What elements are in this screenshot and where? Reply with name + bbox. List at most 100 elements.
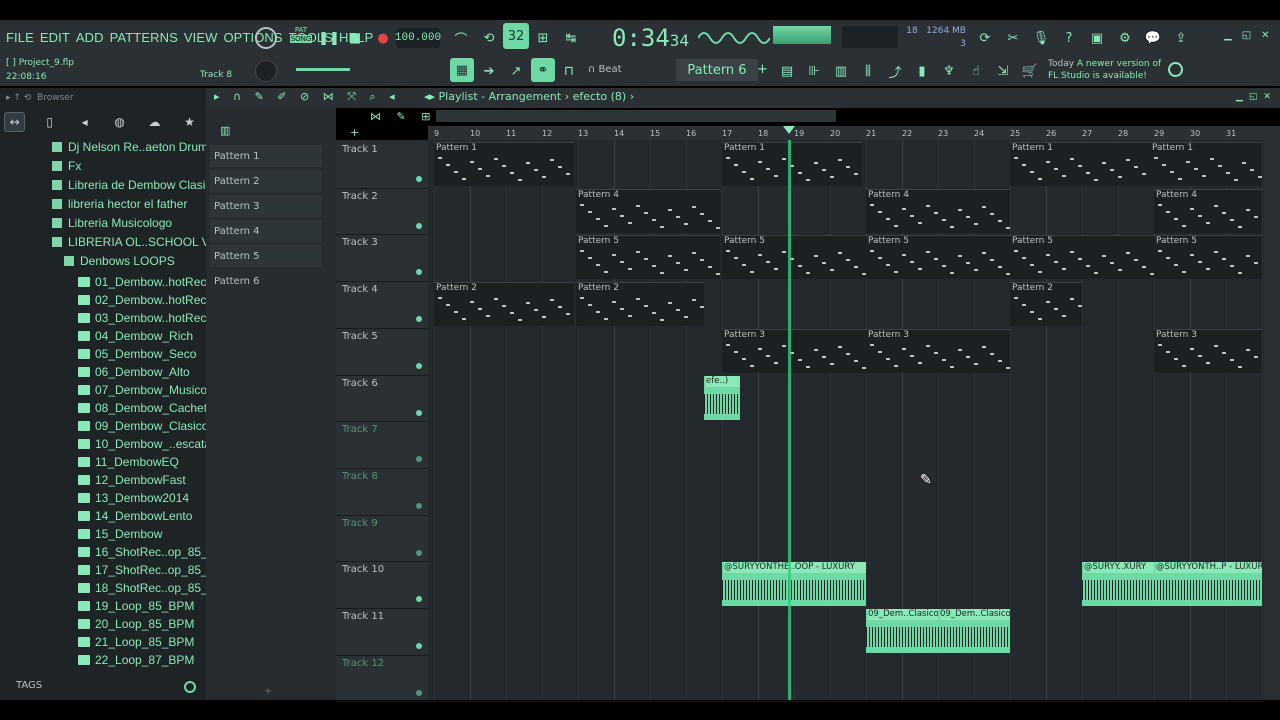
track-mute-led[interactable] <box>416 409 422 416</box>
pattern-clip[interactable]: Pattern 2 <box>1010 282 1082 327</box>
pattern-clip[interactable]: Pattern 2 <box>434 282 574 327</box>
track-mute-led[interactable] <box>416 596 422 603</box>
export-icon[interactable]: ⇪ <box>1170 27 1192 49</box>
browser-file[interactable]: 09_Dembow_Clasico <box>78 417 208 435</box>
browser-file[interactable]: 20_Loop_85_BPM <box>78 615 194 633</box>
track-mute-led[interactable] <box>416 643 422 649</box>
pattern-clip[interactable]: Pattern 3 <box>722 328 866 373</box>
track-header[interactable]: Track 4 <box>338 282 428 328</box>
track-mute-led[interactable] <box>416 269 422 276</box>
mixer-icon[interactable]: ⫼ <box>857 60 879 82</box>
master-pitch-slider[interactable] <box>296 68 350 71</box>
browser-file[interactable]: 22_Loop_87_BPM <box>78 651 194 669</box>
track-mute-led[interactable] <box>416 549 422 556</box>
touch-keyboard-icon[interactable]: ☝ <box>965 60 987 82</box>
blend-notes-icon[interactable]: ⊞ <box>532 27 554 49</box>
loop-record-icon[interactable]: ⟲ <box>478 27 500 49</box>
browser-plugins-tab-icon[interactable]: ◍ <box>109 112 130 132</box>
browser-file[interactable]: 05_Dembow_Seco <box>78 345 196 363</box>
pitch-knob[interactable] <box>255 60 277 82</box>
pattern-clip[interactable]: Pattern 5 <box>722 235 866 280</box>
chat-icon[interactable]: 💬 <box>1142 27 1164 49</box>
search-icon[interactable] <box>184 681 196 693</box>
pattern-item[interactable]: Pattern 4 <box>210 220 322 242</box>
master-volume-knob[interactable] <box>255 27 277 49</box>
picker-pattern-icon[interactable]: ▥ <box>220 124 230 137</box>
chain-icon[interactable]: ⚭ <box>531 58 555 82</box>
pattern-clip[interactable]: Pattern 4 <box>576 188 720 233</box>
browser-file[interactable]: 19_Loop_85_BPM <box>78 597 194 615</box>
track-mute-led[interactable] <box>416 502 422 509</box>
plugin-icon[interactable]: ⚙ <box>1114 27 1136 49</box>
pattern-clip[interactable]: Pattern 5 <box>866 235 1010 280</box>
browser-file[interactable]: 21_Loop_85_BPM <box>78 633 194 651</box>
multilink-icon[interactable]: ↹ <box>560 27 582 49</box>
audio-clip[interactable]: @SURYYONTHE..OOP - LUXURY <box>722 562 866 607</box>
browser-file[interactable]: 13_Dembow2014 <box>78 489 189 507</box>
browser-file[interactable]: 04_Dembow_Rich <box>78 327 193 345</box>
track-mute-led[interactable] <box>416 362 422 369</box>
browser-folder[interactable]: Denbows LOOPS <box>64 252 175 270</box>
track-header[interactable]: Track 6 <box>338 376 428 422</box>
track-header[interactable]: Track 5 <box>338 329 428 375</box>
pattern-clip[interactable]: Pattern 4 <box>866 188 1010 233</box>
audio-clip[interactable]: efe..) <box>704 375 740 420</box>
tempo-display[interactable]: 100.000 <box>395 28 441 48</box>
browser-folder[interactable]: Libreria de Dembow Clasico <box>52 176 218 194</box>
playlist-icon[interactable]: ▦ <box>450 58 474 82</box>
add-pattern-icon[interactable]: + <box>757 62 768 77</box>
pat-song-toggle[interactable]: PAT SONG <box>289 26 313 44</box>
browser-star-tab-icon[interactable]: ★ <box>179 112 200 132</box>
browser-speaker-tab-icon[interactable]: ◂ <box>74 112 95 132</box>
arrow-icon[interactable]: ➔ <box>478 60 500 82</box>
pattern-item[interactable]: Pattern 3 <box>210 195 322 217</box>
browser-files-tab-icon[interactable]: ▯ <box>39 112 60 132</box>
browser-folder[interactable]: Fx <box>52 157 81 175</box>
pattern-item[interactable]: Pattern 2 <box>210 170 322 192</box>
pattern-item[interactable]: Pattern 1 <box>210 145 322 167</box>
pattern-clip[interactable]: Pattern 5 <box>1010 235 1154 280</box>
menu-file[interactable]: FILE <box>6 30 34 45</box>
picker-add-icon[interactable]: + <box>264 686 272 697</box>
pattern-clip[interactable]: Pattern 1 <box>434 142 574 186</box>
pattern-clip[interactable]: Pattern 2 <box>576 282 704 327</box>
browser-folder[interactable]: Libreria Musicologo <box>52 214 172 232</box>
piano-roll-icon[interactable]: ▥ <box>830 60 852 82</box>
playlist-window-icon[interactable]: ▤ <box>776 60 798 82</box>
channel-rack-icon[interactable]: ⊪ <box>803 60 825 82</box>
mic-icon[interactable]: 🎙 <box>1030 27 1052 49</box>
pattern-selector[interactable]: Pattern 6 <box>676 59 758 81</box>
overview-scrollbar[interactable] <box>436 110 836 122</box>
globe-icon[interactable] <box>1168 62 1183 77</box>
timeline-ruler[interactable] <box>428 126 1264 140</box>
pattern-clip[interactable]: Pattern 5 <box>1154 235 1262 280</box>
plugin-picker-icon[interactable]: ♆ <box>938 60 960 82</box>
browser-file[interactable]: 12_DembowFast <box>78 471 186 489</box>
browser-file[interactable]: 11_DembowEQ <box>78 453 179 471</box>
track-mute-led[interactable] <box>416 456 422 463</box>
browser-window-icon[interactable]: ⤴ <box>884 60 906 82</box>
close-icon[interactable]: ✕ <box>1261 30 1269 41</box>
pattern-item[interactable]: Pattern 5 <box>210 245 322 267</box>
browser-file[interactable]: 06_Dembow_Alto <box>78 363 190 381</box>
cut-icon[interactable]: ✂ <box>1002 27 1024 49</box>
menu-view[interactable]: VIEW <box>184 30 218 45</box>
play-button[interactable]: ❚❚ <box>318 27 340 49</box>
stamp-icon[interactable]: ⊓ <box>558 60 580 82</box>
track-header[interactable]: Track 11 <box>338 609 428 655</box>
pattern-clip[interactable]: Pattern 3 <box>866 328 1010 373</box>
audio-clip[interactable]: @SURYYONTH..P - LUXURY <box>1154 562 1262 607</box>
track-header[interactable]: Track 9 <box>338 516 428 562</box>
browser-all-tab-icon[interactable]: ↔ <box>4 112 26 132</box>
arrangement-grid[interactable] <box>428 140 1264 700</box>
snap-selector[interactable]: ∩ Beat <box>588 64 622 75</box>
help-icon[interactable]: ? <box>1058 27 1080 49</box>
menu-edit[interactable]: EDIT <box>40 30 70 45</box>
pattern-clip[interactable]: Pattern 1 <box>722 142 862 186</box>
audio-clip[interactable]: 09_Dem..Clasico <box>866 609 938 653</box>
browser-folder[interactable]: Dj Nelson Re..aeton Drums 2 <box>52 138 224 156</box>
audio-clip[interactable]: @SURYY..XURY <box>1082 562 1154 607</box>
maximize-icon[interactable]: ◱ <box>1242 30 1251 41</box>
song-position-marker[interactable] <box>783 126 795 136</box>
step-edit-icon[interactable]: 32 <box>503 23 529 49</box>
